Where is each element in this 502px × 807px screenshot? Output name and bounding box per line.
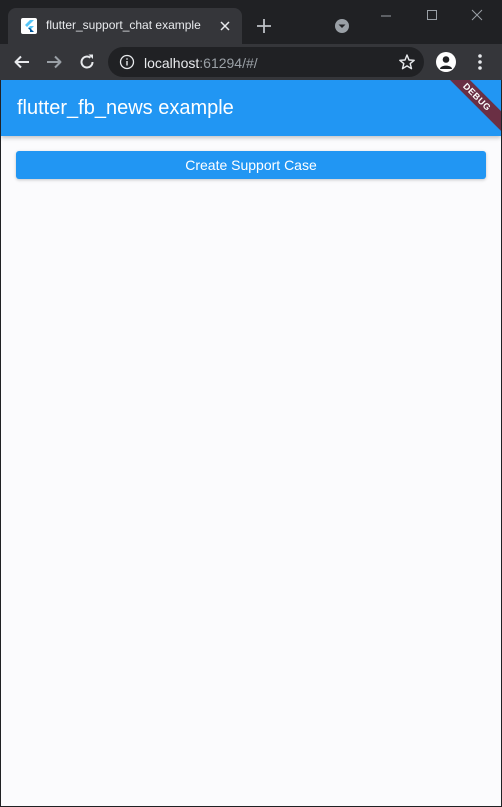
chevron-down-icon[interactable]	[334, 18, 350, 34]
minimize-icon[interactable]	[374, 8, 398, 24]
close-icon[interactable]	[216, 17, 234, 35]
create-support-case-button[interactable]: Create Support Case	[16, 151, 486, 179]
browser-tab[interactable]: flutter_support_chat example	[8, 8, 242, 44]
tab-strip: flutter_support_chat example	[0, 0, 502, 44]
page-viewport: flutter_fb_news example DEBUG Create Sup…	[1, 80, 501, 806]
url-path: :61294/#/	[199, 55, 258, 71]
maximize-icon[interactable]	[422, 6, 442, 26]
forward-arrow-icon[interactable]	[44, 52, 64, 72]
plus-icon[interactable]	[253, 15, 275, 37]
kebab-menu-icon[interactable]	[472, 52, 488, 72]
app-bar: flutter_fb_news example	[1, 80, 501, 136]
tab-title: flutter_support_chat example	[46, 18, 201, 32]
browser-window: flutter_support_chat example localhost:6…	[0, 0, 502, 807]
back-arrow-icon[interactable]	[12, 52, 32, 72]
url-text[interactable]: localhost:61294/#/	[144, 55, 258, 71]
browser-toolbar: localhost:61294/#/	[0, 44, 502, 80]
reload-icon[interactable]	[77, 52, 97, 72]
address-bar[interactable]: localhost:61294/#/	[108, 47, 424, 77]
star-icon[interactable]	[398, 53, 416, 71]
flutter-icon	[21, 18, 37, 34]
app-bar-title: flutter_fb_news example	[17, 97, 234, 119]
url-host: localhost	[144, 55, 200, 71]
profile-icon[interactable]	[436, 52, 456, 72]
info-icon[interactable]	[119, 54, 135, 70]
window-close-icon[interactable]	[466, 6, 488, 26]
